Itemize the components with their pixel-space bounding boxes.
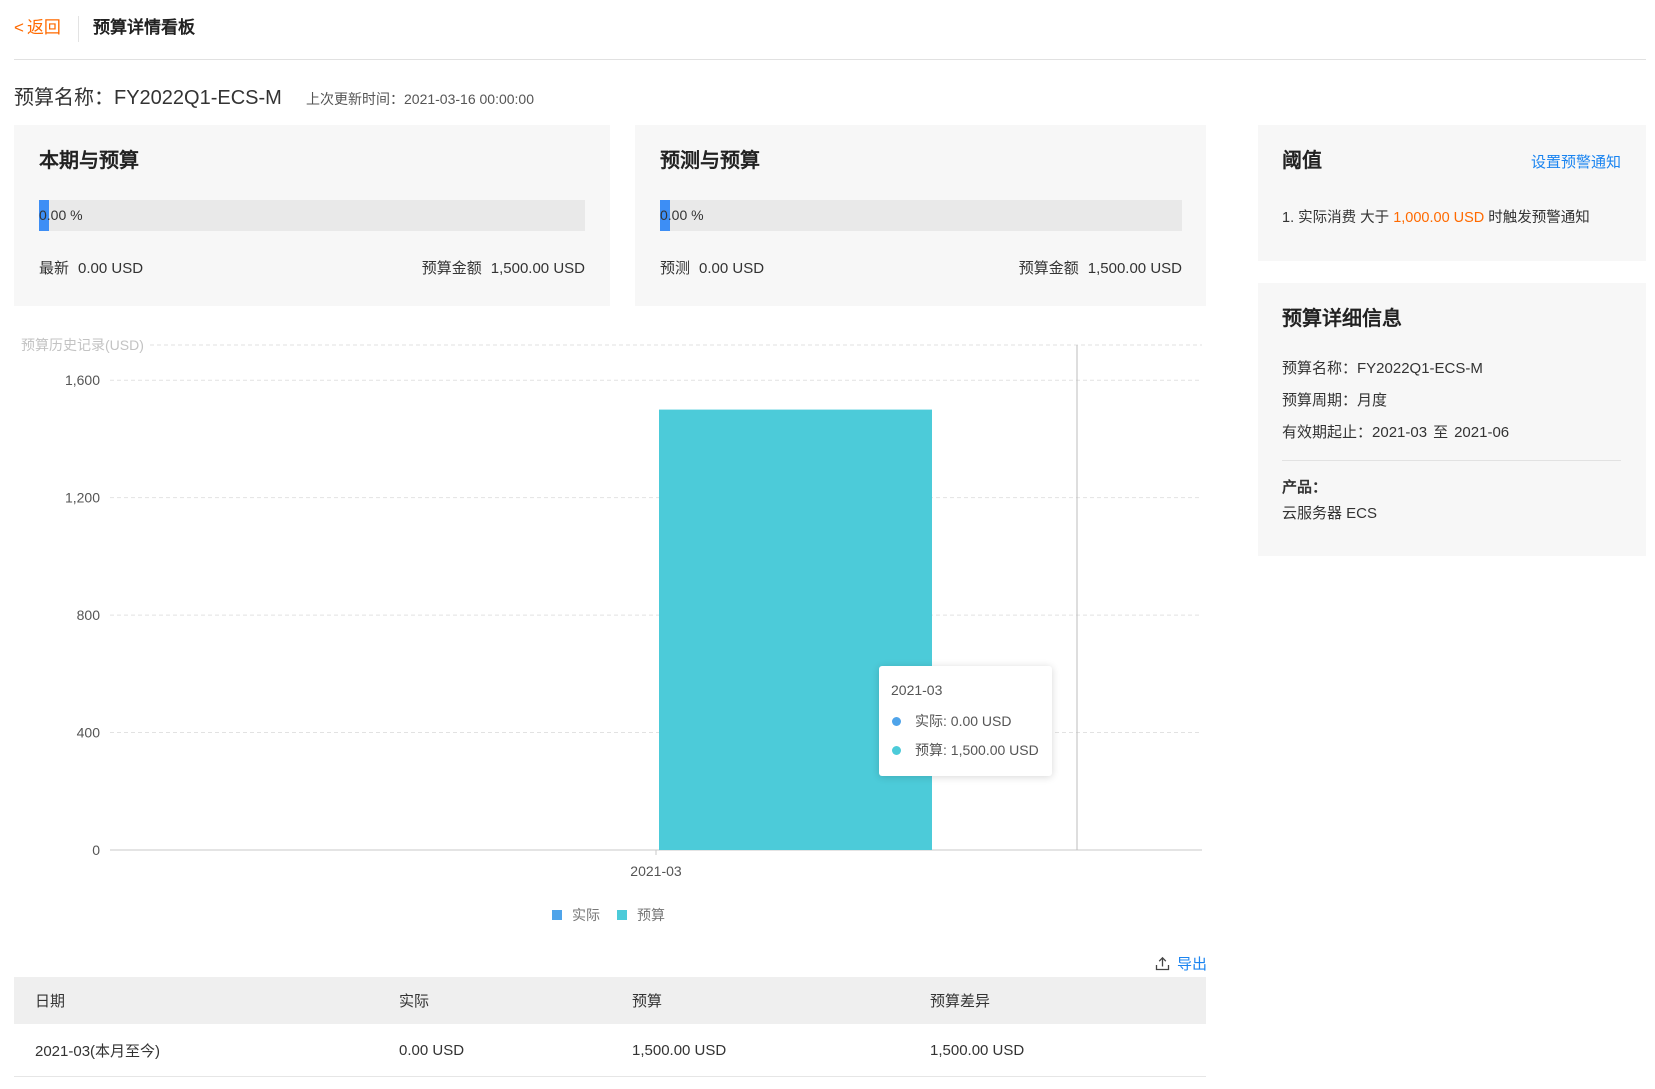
- budget-details-card: 预算详细信息 预算名称：FY2022Q1-ECS-M 预算周期：月度 有效期起止…: [1258, 283, 1646, 556]
- export-button[interactable]: 导出: [1155, 953, 1207, 973]
- card-footer: 预测 0.00 USD 预算金额 1,500.00 USD: [660, 259, 1182, 279]
- chart-marks: 0 400 800 1,200 1,600 2021-03: [65, 344, 1202, 879]
- cell-variance: 1,500.00 USD: [930, 1041, 1025, 1059]
- budget-amount: 预算金额 1,500.00 USD: [422, 259, 585, 279]
- header-rule: [14, 59, 1646, 60]
- detail-budget-period: 预算周期：月度: [1282, 391, 1387, 411]
- budget-name-heading: 预算名称：FY2022Q1-ECS-M: [14, 86, 282, 110]
- last-updated-label: 上次更新时间：: [306, 91, 404, 107]
- detail-label: 预算周期：: [1282, 392, 1358, 409]
- validity-separator: 至: [1433, 424, 1449, 441]
- threshold-card: 阈值 设置预警通知 1. 实际消费 大于 1,000.00 USD 时触发预警通…: [1258, 125, 1646, 261]
- budget-name-value: FY2022Q1-ECS-M: [114, 87, 282, 109]
- tooltip-title: 2021-03: [891, 682, 943, 698]
- card-title: 预测与预算: [660, 150, 760, 172]
- card-title: 预算详细信息: [1282, 308, 1402, 330]
- detail-value: FY2022Q1-ECS-M: [1357, 360, 1483, 377]
- budget-history-chart: 0 400 800 1,200 1,600 2021-03: [65, 344, 1202, 879]
- budget-name-label: 预算名称：: [14, 87, 114, 109]
- card-title: 本期与预算: [39, 150, 139, 172]
- cell-actual: 0.00 USD: [399, 1041, 465, 1059]
- y-tick-label: 800: [77, 607, 101, 623]
- column-header-variance: 预算差异: [930, 993, 991, 1010]
- legend-label: 预算: [637, 907, 665, 923]
- legend-swatch-icon: [552, 910, 562, 920]
- detail-budget-name: 预算名称：FY2022Q1-ECS-M: [1282, 359, 1483, 379]
- latest-label: 最新: [39, 260, 70, 277]
- forecast-amount: 预测 0.00 USD: [660, 259, 764, 279]
- rule-amount: 1,000.00 USD: [1393, 210, 1485, 226]
- legend-item-budget[interactable]: 预算: [617, 906, 665, 924]
- legend-item-actual[interactable]: 实际: [552, 906, 600, 924]
- threshold-rule: 1. 实际消费 大于 1,000.00 USD 时触发预警通知: [1282, 208, 1590, 228]
- y-tick-label: 400: [77, 725, 101, 741]
- rule-prefix: 1. 实际消费 大于: [1282, 210, 1394, 226]
- series-dot-icon: [892, 745, 901, 755]
- budget-history-table: 日期 实际 预算 预算差异 2021-03(本月至今) 0.00 USD 1,5…: [14, 977, 1206, 1077]
- y-tick-label: 0: [92, 842, 100, 858]
- progress-percent-text: 0.00 %: [660, 207, 704, 223]
- budget-bar[interactable]: [659, 409, 932, 850]
- validity-end: 2021-06: [1454, 424, 1510, 441]
- tooltip-item-budget: 预算: 1,500.00 USD: [892, 740, 1039, 760]
- current-vs-budget-card: 本期与预算 0.00 % 最新 0.00 USD 预算金额 1,500.00 USD: [14, 125, 610, 306]
- product-label: 产品：: [1282, 479, 1328, 496]
- series-dot-icon: [892, 716, 901, 726]
- progress-bar: 0.00 %: [660, 200, 1182, 231]
- tooltip-item-text: 预算: 1,500.00 USD: [915, 742, 1039, 758]
- forecast-value: 0.00 USD: [699, 260, 765, 277]
- set-alert-notification-link[interactable]: 设置预警通知: [1531, 150, 1621, 176]
- back-link[interactable]: < 返回: [14, 17, 61, 39]
- back-chevron-icon: <: [14, 18, 24, 37]
- card-title: 阈值: [1282, 150, 1322, 172]
- column-header-budget: 预算: [632, 993, 663, 1010]
- progress-percent-text: 0.00 %: [39, 207, 83, 223]
- last-updated: 上次更新时间：2021-03-16 00:00:00: [306, 90, 534, 108]
- budget-amount-value: 1,500.00 USD: [1087, 260, 1182, 277]
- column-header-actual: 实际: [399, 993, 430, 1010]
- cell-date: 2021-03(本月至今): [35, 1042, 161, 1060]
- budget-amount-label: 预算金额: [1018, 260, 1079, 277]
- forecast-label: 预测: [660, 260, 691, 277]
- detail-validity: 有效期起止：2021-03 至 2021-06: [1282, 423, 1509, 443]
- rule-suffix: 时触发预警通知: [1484, 210, 1590, 226]
- column-header-date: 日期: [35, 993, 66, 1010]
- table-header-row: 日期 实际 预算 预算差异: [14, 977, 1206, 1024]
- legend-swatch-icon: [617, 910, 627, 920]
- x-tick-label: 2021-03: [630, 863, 682, 879]
- back-label: 返回: [26, 18, 61, 37]
- page-title: 预算详情看板: [93, 18, 195, 37]
- budget-amount: 预算金额 1,500.00 USD: [1019, 259, 1182, 279]
- y-tick-label: 1,600: [65, 372, 100, 388]
- cell-budget: 1,500.00 USD: [632, 1041, 727, 1059]
- tooltip-item-text: 实际: 0.00 USD: [915, 713, 1012, 729]
- detail-label: 预算名称：: [1282, 360, 1358, 377]
- details-divider: [1282, 460, 1621, 461]
- table-row: 2021-03(本月至今) 0.00 USD 1,500.00 USD 1,50…: [14, 1024, 1206, 1077]
- budget-amount-value: 1,500.00 USD: [490, 260, 585, 277]
- detail-value: 月度: [1357, 392, 1388, 409]
- last-updated-value: 2021-03-16 00:00:00: [404, 91, 534, 107]
- product-value: 云服务器 ECS: [1282, 505, 1378, 522]
- detail-label: 有效期起止：: [1282, 424, 1373, 441]
- legend-label: 实际: [572, 907, 600, 923]
- budget-amount-label: 预算金额: [421, 260, 482, 277]
- progress-bar: 0.00 %: [39, 200, 585, 231]
- latest-amount: 最新 0.00 USD: [39, 259, 143, 279]
- tooltip-item-actual: 实际: 0.00 USD: [892, 711, 1011, 731]
- export-label: 导出: [1177, 955, 1208, 973]
- header-divider: [78, 16, 79, 42]
- y-tick-label: 1,200: [65, 490, 100, 506]
- latest-value: 0.00 USD: [78, 260, 144, 277]
- chart-tooltip: 2021-03 实际: 0.00 USD 预算: 1,500.00 USD: [879, 666, 1052, 776]
- card-footer: 最新 0.00 USD 预算金额 1,500.00 USD: [39, 259, 585, 279]
- forecast-vs-budget-card: 预测与预算 0.00 % 预测 0.00 USD 预算金额 1,500.00 USD: [635, 125, 1206, 306]
- validity-start: 2021-03: [1372, 424, 1428, 441]
- export-icon: [1155, 956, 1170, 970]
